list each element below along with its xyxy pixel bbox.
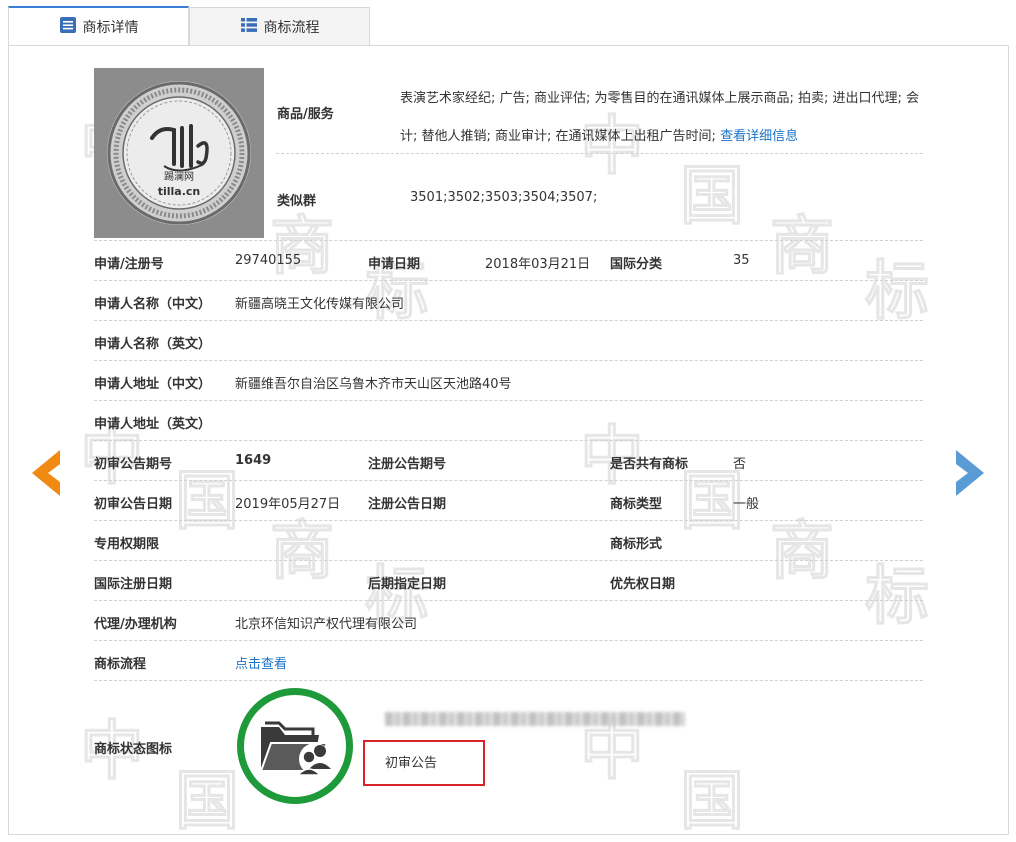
divider [94,280,923,281]
intl-class-label: 国际分类 [610,257,663,272]
goods-text: 表演艺术家经纪; 广告; 商业评估; 为零售目的在通讯媒体上展示商品; 拍卖; … [400,91,920,144]
prelim-issue-label: 初审公告期号 [94,457,173,472]
divider [94,680,923,681]
similar-group-value: 3501;3502;3503;3504;3507; [410,190,598,205]
reg-no-value: 29740155 [235,253,302,268]
apply-date-value: 2018年03月21日 [485,257,591,272]
blurred-text [385,712,685,726]
tab-label: 商标详情 [82,20,139,36]
goods-label: 商品/服务 [277,107,334,122]
address-cn-value: 新疆维吾尔自治区乌鲁木齐市天山区天池路40号 [235,377,512,392]
process-view-link[interactable]: 点击查看 [235,653,287,672]
prelim-issue-value: 1649 [235,453,272,468]
address-en-label: 申请人地址（英文） [94,417,212,432]
tab-trademark-process[interactable]: 商标流程 [189,7,370,46]
prev-arrow-icon[interactable] [28,448,64,498]
goods-services-value: 表演艺术家经纪; 广告; 商业评估; 为零售目的在通讯媒体上展示商品; 拍卖; … [400,80,920,156]
shared-value: 否 [733,457,747,472]
intl-class-value: 35 [733,253,750,268]
view-details-link[interactable]: 查看详细信息 [720,129,798,144]
logo-text: tilla.cn [158,185,201,198]
divider [276,153,923,154]
apply-date-label: 申请日期 [368,257,421,272]
mark-type-label: 商标类型 [610,497,663,512]
next-arrow-icon[interactable] [952,448,988,498]
similar-group-label: 类似群 [277,194,317,209]
reg-no-label: 申请/注册号 [94,257,164,272]
applicant-cn-label: 申请人名称（中文） [94,297,212,312]
agent-value: 北京环信知识产权代理有限公司 [235,617,418,632]
prelim-date-label: 初审公告日期 [94,497,173,512]
folder-users-icon [257,713,333,785]
tab-trademark-details[interactable]: 商标详情 [8,6,189,46]
divider [94,640,923,641]
reg-date-label: 注册公告日期 [368,497,447,512]
prelim-date-value: 2019年05月27日 [235,497,341,512]
grid-icon [240,16,258,38]
tab-bar: 商标详情 商标流程 [8,6,1009,46]
tab-label: 商标流程 [263,20,320,36]
divider [94,480,923,481]
applicant-en-label: 申请人名称（英文） [94,337,212,352]
divider [94,240,923,241]
intl-reg-date-label: 国际注册日期 [94,577,173,592]
mark-type-value: 一般 [733,497,760,512]
shared-label: 是否共有商标 [610,457,689,472]
divider [94,560,923,561]
divider [94,360,923,361]
applicant-cn-value: 新疆高晓王文化传媒有限公司 [235,297,405,312]
process-label: 商标流程 [94,657,147,672]
status-text: 初审公告 [385,756,438,771]
divider [94,520,923,521]
priority-date-label: 优先权日期 [610,577,676,592]
agent-label: 代理/办理机构 [94,617,177,632]
later-date-label: 后期指定日期 [368,577,447,592]
status-ring [237,688,353,804]
status-icon-label: 商标状态图标 [94,742,173,757]
divider [94,600,923,601]
logo-cn-text: 踢澜网 [164,171,194,183]
list-icon [59,16,77,38]
divider [94,400,923,401]
divider [94,440,923,441]
trademark-logo: 踢澜网 tilla.cn [94,68,264,238]
exclusive-period-label: 专用权期限 [94,537,160,552]
address-cn-label: 申请人地址（中文） [94,377,212,392]
mark-form-label: 商标形式 [610,537,663,552]
divider [94,320,923,321]
reg-issue-label: 注册公告期号 [368,457,447,472]
